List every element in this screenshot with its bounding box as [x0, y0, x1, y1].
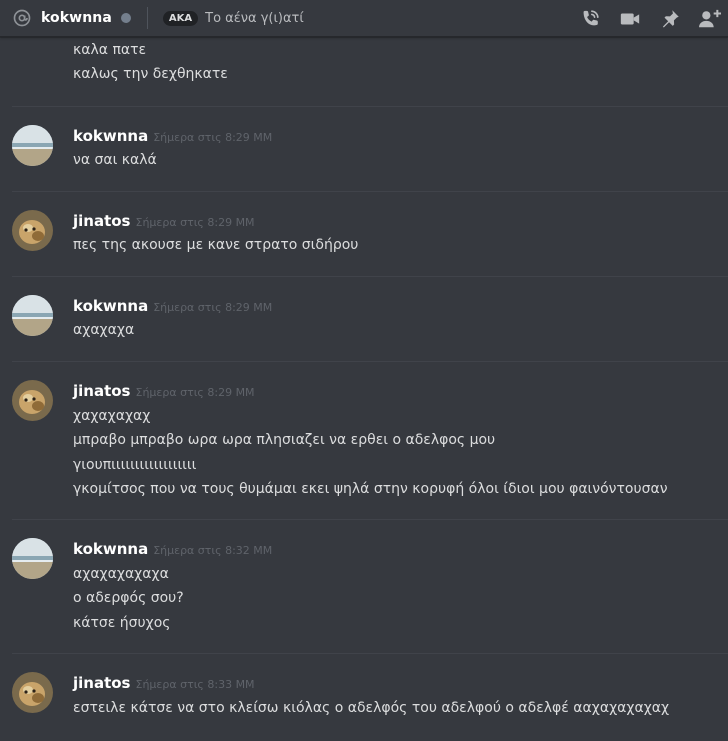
avatar-jinatos[interactable]: [12, 380, 53, 421]
message-text: να σαι καλά: [73, 152, 157, 168]
message-author[interactable]: kokwnna: [73, 297, 148, 315]
message-author[interactable]: kokwnna: [73, 127, 148, 145]
avatar-kokwnna[interactable]: [12, 538, 53, 579]
message-text: γκομίτσος που να τους θυμάμαι εκει ψηλά …: [73, 481, 668, 497]
avatar-jinatos[interactable]: [12, 210, 53, 251]
header-toolbar: [562, 0, 728, 37]
avatar-kokwnna[interactable]: [12, 295, 53, 336]
header-divider: [146, 7, 148, 29]
message-divider: [12, 519, 728, 520]
message-text: καλως την δεχθηκατε: [73, 66, 228, 82]
message-divider: [12, 361, 728, 362]
message-divider: [12, 276, 728, 277]
dm-header: kokwnna AKA Το αένα γ(ι)ατί: [0, 0, 728, 37]
chat-messages: καλα πατε καλως την δεχθηκατε kokwnna Σή…: [0, 38, 728, 741]
message-text: εστειλε κάτσε να στο κλείσω κιόλας ο αδε…: [73, 700, 670, 716]
dm-recipient-name[interactable]: kokwnna: [41, 10, 112, 26]
message-author[interactable]: kokwnna: [73, 540, 148, 558]
message-text: γιουπιιιιιιιιιιιιιιιιιι: [73, 457, 197, 473]
start-voice-call-icon[interactable]: [578, 7, 602, 31]
avatar-jinatos[interactable]: [12, 672, 53, 713]
message-text: κάτσε ήσυχος: [73, 615, 171, 631]
status-offline-icon: [120, 13, 131, 23]
message-timestamp: Σήμερα στις 8:33 ΜΜ: [135, 678, 255, 691]
avatar-kokwnna[interactable]: [12, 125, 53, 166]
message-timestamp: Σήμερα στις 8:29 ΜΜ: [153, 131, 273, 144]
at-sign-icon: [11, 7, 33, 29]
message-text: πες της ακουσε με κανε στρατο σιδήρου: [73, 237, 359, 253]
message-text: καλα πατε: [73, 42, 147, 58]
message-author[interactable]: jinatos: [73, 212, 131, 230]
message-timestamp: Σήμερα στις 8:29 ΜΜ: [153, 301, 273, 314]
message-divider: [12, 653, 728, 654]
message-text: μπραβο μπραβο ωρα ωρα πλησιαζει να ερθει…: [73, 432, 496, 448]
add-friends-to-dm-icon[interactable]: [698, 7, 722, 31]
message-timestamp: Σήμερα στις 8:29 ΜΜ: [135, 216, 255, 229]
message-text: ο αδερφός σου?: [73, 590, 184, 606]
message-text: αχαχαχαχαχα: [73, 566, 169, 582]
aka-badge: AKA: [162, 10, 199, 26]
aka-names[interactable]: Το αένα γ(ι)ατί: [205, 11, 304, 26]
message-divider: [12, 106, 728, 107]
message-timestamp: Σήμερα στις 8:32 ΜΜ: [153, 544, 273, 557]
message-text: αχαχαχα: [73, 322, 135, 338]
message-text: χαχαχαχαχ: [73, 408, 151, 424]
message-author[interactable]: jinatos: [73, 382, 131, 400]
start-video-call-icon[interactable]: [618, 7, 642, 31]
message-author[interactable]: jinatos: [73, 674, 131, 692]
pinned-messages-icon[interactable]: [658, 7, 682, 31]
message-divider: [12, 191, 728, 192]
message-timestamp: Σήμερα στις 8:29 ΜΜ: [135, 386, 255, 399]
